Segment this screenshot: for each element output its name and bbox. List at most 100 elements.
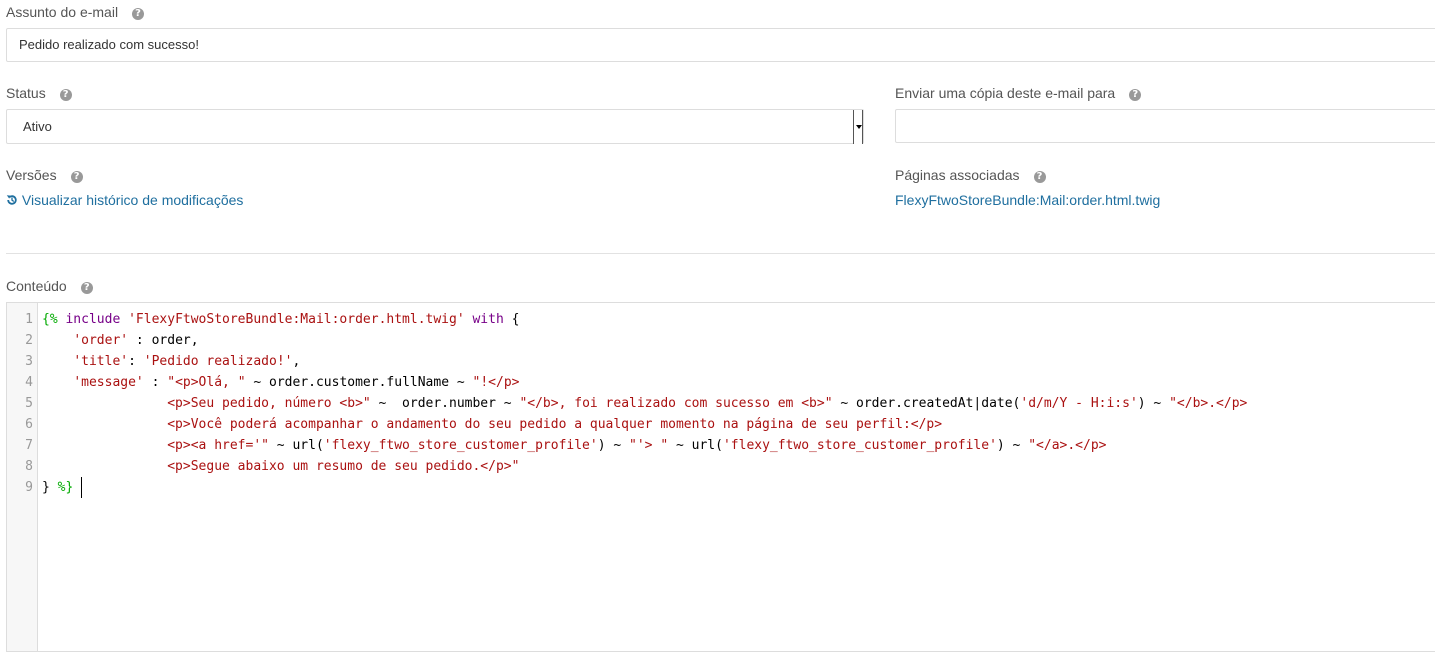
text-cursor [81,477,82,498]
code-text: 'order' : order, [42,330,199,351]
code-token: : [128,354,144,369]
code-token: <p>Segue abaixo um resumo de seu pedido.… [167,459,520,474]
help-icon[interactable]: ? [1129,89,1142,101]
code-text: } %} [42,477,73,498]
code-token: "</b>.</p> [1169,396,1248,411]
history-link[interactable]: Visualizar histórico de modificações [6,192,243,208]
history-link-text[interactable]: Visualizar histórico de modificações [22,192,244,208]
help-icon[interactable]: ? [80,282,93,294]
status-selected-value: Ativo [23,119,52,134]
help-icon[interactable]: ? [70,171,83,183]
code-text: 'message' : "<p>Olá, " ~ order.customer.… [42,372,519,393]
copy-label-text: Enviar uma cópia deste e-mail para [895,85,1116,101]
help-icon[interactable]: ? [59,89,72,101]
code-text: <p>Segue abaixo um resumo de seu pedido.… [42,456,519,477]
subject-input[interactable]: Pedido realizado com sucesso! [6,28,1435,62]
code-line[interactable]: 5 <p>Seu pedido, número <b>" ~ order.num… [7,393,1435,414]
line-number: 1 [25,312,33,327]
code-line[interactable]: 4 'message' : "<p>Olá, " ~ order.custome… [7,372,1435,393]
code-token: 'order' [73,333,129,348]
code-line[interactable]: 8 <p>Segue abaixo um resumo de seu pedid… [7,456,1435,477]
code-token: ~ order.customer.fullName ~ [245,375,473,390]
copy-email-input[interactable] [895,109,1435,143]
content-label: Conteúdo? [6,278,93,294]
code-editor[interactable]: 1 {% include 'FlexyFtwoStoreBundle:Mail:o… [6,302,1435,652]
code-token: <p>Você poderá acompanhar o andamento do… [167,417,943,432]
status-label-text: Status [6,85,46,101]
pages-label: Páginas associadas? [895,167,1046,183]
code-token: 'Pedido realizado!' [143,354,293,369]
code-line[interactable]: 6 <p>Você poderá acompanhar o andamento … [7,414,1435,435]
code-line[interactable]: 7 <p><a href='" ~ url('flexy_ftwo_store_… [7,435,1435,456]
content-label-text: Conteúdo [6,278,67,294]
code-token: 'flexy_ftwo_store_customer_profile' [722,438,997,453]
code-token: ) ~ [1137,396,1170,411]
code-text: <p>Você poderá acompanhar o andamento do… [42,414,942,435]
divider [6,253,1435,254]
line-number: 3 [25,354,33,369]
code-token: "'> " [629,438,669,453]
history-icon [6,195,17,205]
code-token: {% [42,312,58,327]
line-number: 5 [25,396,33,411]
code-text: <p><a href='" ~ url('flexy_ftwo_store_cu… [42,435,1107,456]
code-line[interactable]: 1 {% include 'FlexyFtwoStoreBundle:Mail:o… [7,309,1435,330]
line-number: 2 [25,333,33,348]
line-number: 6 [25,417,33,432]
line-number: 9 [25,480,33,495]
code-token: "<p>Olá, " [167,375,246,390]
code-token: ~ order.createdAt|date( [832,396,1021,411]
subject-label-text: Assunto do e-mail [6,4,119,20]
code-token: } [42,480,58,495]
code-token: 'message' [73,375,144,390]
code-text: <p>Seu pedido, número <b>" ~ order.numbe… [42,393,1247,414]
code-token: %} [57,480,74,495]
line-number: 4 [25,375,33,390]
code-token: "</b>, foi realizado com sucesso em <b>" [519,396,833,411]
code-token: ~ url( [668,438,723,453]
code-line[interactable]: 3 'title': 'Pedido realizado!', [7,351,1435,372]
subject-label: Assunto do e-mail? [6,4,145,20]
code-text: 'title': 'Pedido realizado!', [42,351,300,372]
code-token: : [143,375,168,390]
code-token: ~ url( [268,438,324,453]
versions-label: Versões? [6,167,83,183]
code-token: with [472,312,504,327]
code-token: 'FlexyFtwoStoreBundle:Mail:order.html.tw… [128,312,465,327]
code-token: 'flexy_ftwo_store_customer_profile' [323,438,598,453]
code-token: <p><a href='" [167,438,269,453]
line-number: 8 [25,459,33,474]
status-select[interactable]: Ativo [6,109,864,144]
help-icon[interactable]: ? [132,8,145,20]
code-line[interactable]: 9} %} [7,477,1435,498]
code-token: : order, [128,333,199,348]
help-icon[interactable]: ? [1033,171,1046,183]
code-token: "</a>.</p> [1028,438,1107,453]
code-token: "!</p> [472,375,520,390]
versions-label-text: Versões [6,167,57,183]
code-token: ~ order.number ~ [370,396,520,411]
subject-input-value: Pedido realizado com sucesso! [19,37,199,52]
pages-label-text: Páginas associadas [895,167,1020,183]
code-token: { [503,312,520,327]
associated-page-link[interactable]: FlexyFtwoStoreBundle:Mail:order.html.twi… [895,192,1160,208]
code-line[interactable]: 2 'order' : order, [7,330,1435,351]
code-lines[interactable]: 1 {% include 'FlexyFtwoStoreBundle:Mail:o… [7,309,1435,498]
code-token: 'title' [73,354,129,369]
line-number: 7 [25,438,33,453]
status-label: Status? [6,85,72,101]
code-token: include [65,312,121,327]
chevron-down-icon[interactable] [853,110,863,144]
copy-label: Enviar uma cópia deste e-mail para? [895,85,1142,101]
code-text: {% include 'FlexyFtwoStoreBundle:Mail:or… [42,309,519,330]
code-token: ) ~ [597,438,630,453]
code-token: ) ~ [996,438,1029,453]
